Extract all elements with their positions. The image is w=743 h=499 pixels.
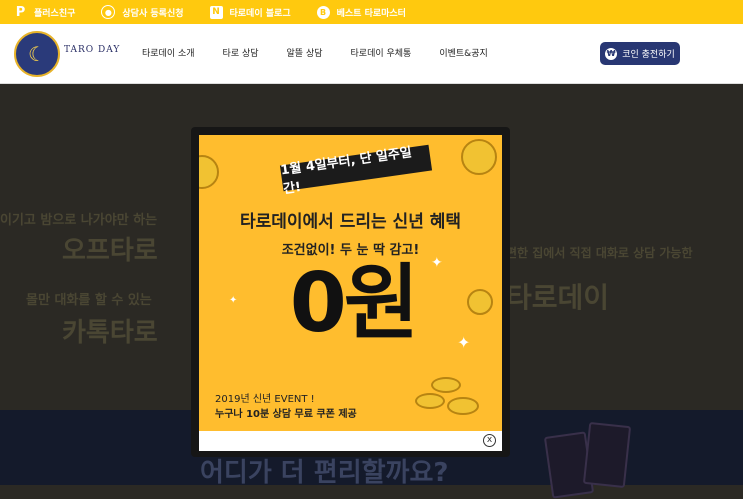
- tarot-card-image: [582, 421, 632, 489]
- coin-charge-label: 코인 충전하기: [622, 50, 675, 60]
- bg-right-heading: 타로데이: [506, 281, 610, 314]
- bg-heading2: 카톡타로: [62, 318, 158, 348]
- sparkle-icon: ✦: [457, 333, 471, 352]
- plus-friend-link[interactable]: P 플러스친구: [14, 4, 76, 20]
- coin-icon: [467, 289, 493, 315]
- best-master-link[interactable]: B 베스트 타로마스터: [316, 5, 406, 19]
- p-icon: P: [15, 4, 26, 20]
- nav-tarot-counsel[interactable]: 타로 상담: [223, 46, 259, 59]
- popup-title: 타로데이에서 드리는 신년 혜택: [239, 212, 462, 232]
- best-icon: B: [316, 5, 330, 19]
- event-line2: 누구나 10분 상담 무료 쿠폰 제공: [215, 409, 357, 420]
- user-icon: ●: [101, 5, 116, 19]
- top-utility-bar: P 플러스친구 ● 상담사 등록신청 N 타로데이 블로그 B 베스트 타로마스…: [0, 0, 743, 24]
- bg-bottom-heading: 어디가 더 편리할까요?: [200, 458, 449, 488]
- coin-stack-icon: [431, 377, 461, 393]
- promo-ribbon: 1월 4일부터, 단 일주일간!: [280, 144, 433, 197]
- naver-icon: N: [209, 5, 223, 19]
- won-coin-icon: ₩: [605, 47, 618, 60]
- popup-footer: x: [199, 431, 502, 451]
- nav-about[interactable]: 타로데이 소개: [142, 46, 195, 59]
- bg-right-line: 편한 집에서 직접 대화로 상담 가능한: [506, 246, 693, 260]
- blog-link[interactable]: N 타로데이 블로그: [209, 5, 291, 19]
- event-popup[interactable]: 1월 4일부터, 단 일주일간! 타로데이에서 드리는 신년 혜택 조건없이! …: [199, 135, 502, 431]
- coin-icon: [461, 139, 497, 175]
- bg-line2: 몰만 대화를 할 수 있는: [26, 293, 152, 308]
- close-icon[interactable]: x: [483, 434, 496, 447]
- coin-stack-icon: [415, 393, 445, 409]
- plus-friend-label: 플러스친구: [34, 8, 76, 19]
- counselor-register-label: 상담사 등록신청: [122, 8, 184, 19]
- free-price: 0원: [289, 256, 420, 351]
- best-master-label: 베스트 타로마스터: [336, 8, 406, 19]
- coin-stack-icon: [447, 397, 479, 415]
- nav-events[interactable]: 이벤트&공지: [439, 46, 487, 59]
- counselor-register-link[interactable]: ● 상담사 등록신청: [101, 5, 184, 19]
- coin-icon: [199, 155, 219, 189]
- coin-charge-button[interactable]: ₩ 코인 충전하기: [600, 42, 680, 65]
- main-header: ☾ TARO DAY 타로데이 소개 타로 상담 알뜰 상담 타로데이 우체통 …: [0, 24, 743, 84]
- moon-logo-icon[interactable]: ☾: [14, 31, 60, 77]
- bg-line1: 이기고 밤으로 나가야만 하는: [0, 213, 158, 228]
- nav-mailbox[interactable]: 타로데이 우체통: [351, 46, 412, 59]
- bg-heading1: 오프타로: [62, 236, 158, 266]
- event-line1: 2019년 신년 EVENT !: [215, 394, 315, 405]
- main-nav: 타로데이 소개 타로 상담 알뜰 상담 타로데이 우체통 이벤트&공지: [142, 46, 516, 59]
- blog-label: 타로데이 블로그: [229, 8, 291, 19]
- sparkle-icon: ✦: [229, 295, 238, 306]
- logo-text[interactable]: TARO DAY: [64, 45, 120, 55]
- nav-budget-counsel[interactable]: 알뜰 상담: [287, 46, 323, 59]
